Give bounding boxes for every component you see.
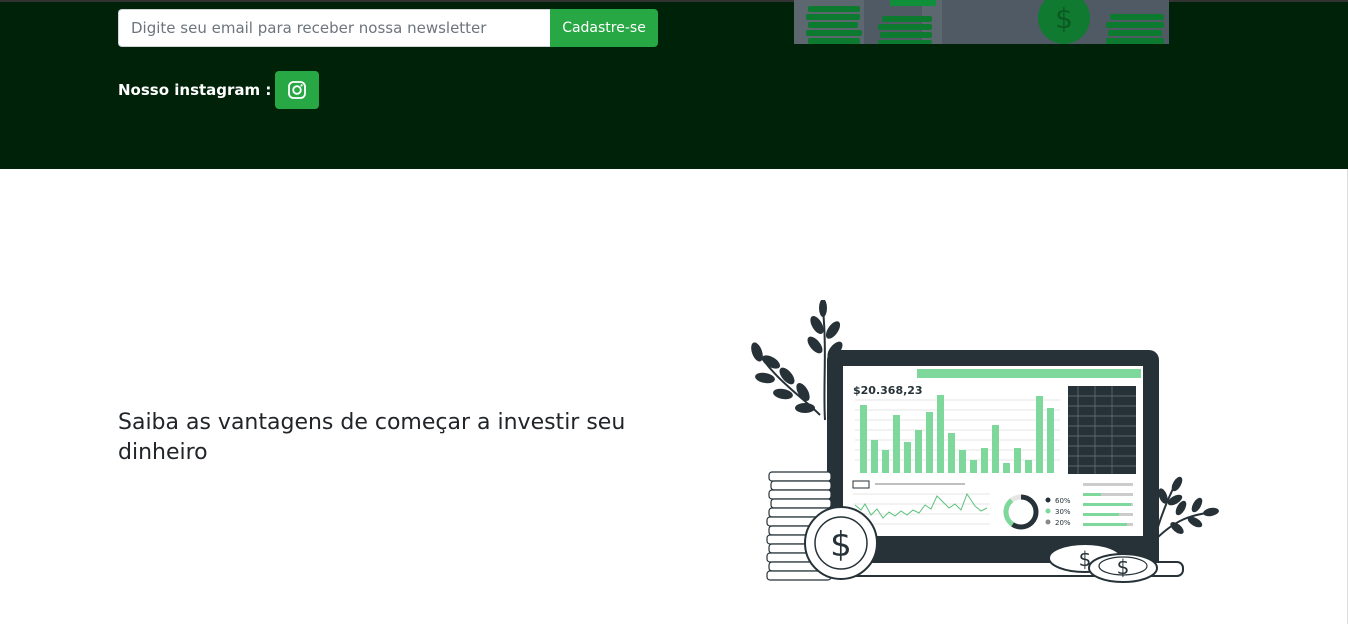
newsletter-submit-button[interactable]: Cadastre-se [550, 9, 658, 47]
svg-text:$: $ [1055, 2, 1073, 35]
svg-text:$: $ [1117, 555, 1130, 579]
legend-60: 60% [1055, 497, 1071, 505]
illustration-balance-text: $20.368,23 [853, 384, 923, 397]
newsletter-form: Cadastre-se [118, 9, 658, 47]
instagram-row: Nosso instagram : [118, 71, 320, 109]
instagram-button[interactable] [275, 71, 320, 109]
newsletter-email-input[interactable] [118, 9, 550, 47]
money-stack-image: $ [794, 0, 1169, 44]
legend-30: 30% [1055, 508, 1071, 516]
instagram-icon [288, 81, 307, 99]
hero-banner: Cadastre-se Nosso instagram : [0, 0, 1348, 169]
instagram-label: Nosso instagram : [118, 81, 272, 99]
section-headline: Saiba as vantagens de começar a investir… [118, 410, 626, 465]
svg-text:$: $ [830, 525, 852, 565]
investment-laptop-illustration: $20.368,23 60% 30% 20% $ $ $ [751, 300, 1219, 583]
legend-20: 20% [1055, 519, 1071, 527]
